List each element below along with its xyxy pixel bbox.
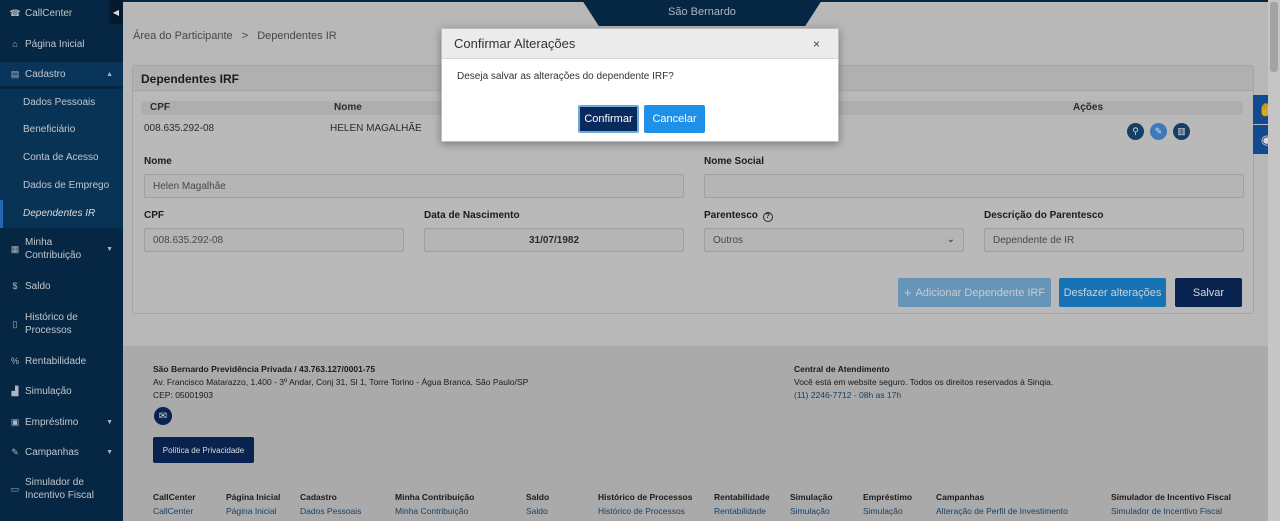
dialog-message: Deseja salvar as alterações do dependent… [457,71,674,82]
confirm-button[interactable]: Confirmar [578,105,639,133]
cancel-button[interactable]: Cancelar [644,105,705,133]
close-icon[interactable]: × [813,37,820,51]
confirm-dialog: Confirmar Alterações × Deseja salvar as … [441,28,839,142]
dialog-header: Confirmar Alterações × [442,29,838,59]
dialog-title: Confirmar Alterações [454,36,576,51]
